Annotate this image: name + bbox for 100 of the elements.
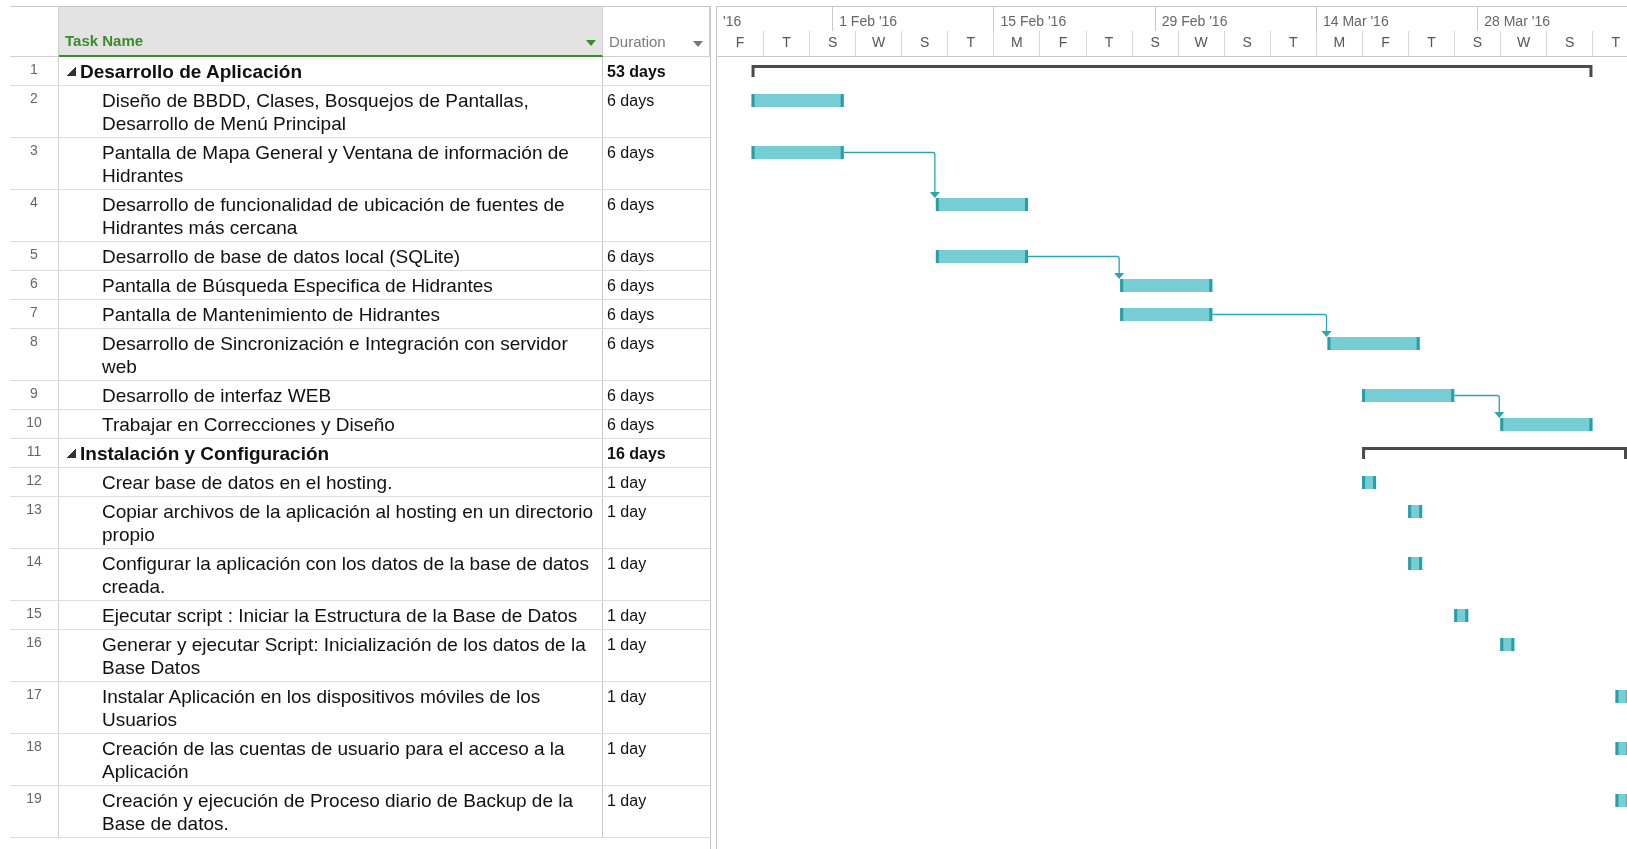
task-bar[interactable] (1327, 337, 1420, 350)
duration-cell-text: 1 day (606, 606, 648, 626)
task-bar[interactable] (1362, 389, 1455, 402)
task-name: Configurar la aplicación con los datos de la base de datos creada. (102, 552, 590, 598)
task-name: Pantalla de Mantenimiento de Hidrantes (102, 303, 440, 326)
day-label: T (1269, 31, 1316, 56)
day-label: S (1454, 31, 1501, 56)
task-name: Desarrollo de funcionalidad de ubicación de fuentes de Hidrantes más cercana (102, 193, 566, 239)
task-name: Ejecutar script : Iniciar la Estructura de la Base de Datos (102, 604, 578, 627)
column-header[interactable]: Duration (603, 7, 710, 56)
duration-cell-text: 6 days (606, 91, 656, 111)
duration-cell-text: 1 day (606, 473, 648, 493)
day-label: T (763, 31, 810, 56)
task-bar[interactable] (751, 94, 844, 107)
task-name: Pantalla de Búsqueda Especifica de Hidrantes (102, 274, 493, 297)
row-number: 14 (10, 549, 59, 600)
day-label: T (1085, 31, 1132, 56)
day-label: T (1407, 31, 1454, 56)
duration-cell-text: 1 day (606, 687, 648, 707)
task-bar[interactable] (1615, 742, 1627, 755)
duration-cell-text: 1 day (606, 635, 648, 655)
day-label: F (1361, 31, 1408, 56)
row-number: 18 (10, 734, 59, 785)
duration-cell-text: 1 day (606, 791, 648, 811)
duration-cell-text: 6 days (606, 415, 656, 435)
duration-cell-text: 53 days (606, 62, 667, 82)
task-bar[interactable] (1615, 794, 1627, 807)
task-name: Desarrollo de interfaz WEB (102, 384, 332, 407)
duration-cell-text: 6 days (606, 386, 656, 406)
duration-cell-text: 16 days (606, 444, 667, 464)
day-label: F (1039, 31, 1086, 56)
row-number: 1 (10, 57, 59, 85)
duration-cell-text: 6 days (606, 247, 656, 267)
task-bar[interactable] (1408, 505, 1423, 518)
task-name: Diseño de BBDD, Clases, Bosquejos de Pantallas, Desarrollo de Menú Principal (102, 89, 530, 135)
day-label: W (855, 31, 902, 56)
day-label: F (734, 33, 746, 52)
summary-bar[interactable] (1362, 447, 1627, 459)
column-header[interactable]: Task Name (59, 7, 603, 57)
task-name: Desarrollo de Sincronización e Integración con servidor web (102, 332, 569, 378)
row-number: 6 (10, 271, 59, 299)
day-label: W (1500, 31, 1547, 56)
day-label: S (809, 31, 856, 56)
timescale-label: 29 Feb '16 (1154, 7, 1316, 31)
row-number: 11 (10, 439, 59, 467)
task-name: Generar y ejecutar Script: Inicialización de los datos de la Base Datos (102, 633, 587, 679)
row-number: 15 (10, 601, 59, 629)
duration-cell-text: 6 days (606, 276, 656, 296)
pane-divider[interactable] (710, 6, 717, 849)
duration-cell-text: 6 days (606, 143, 656, 163)
row-number: 19 (10, 786, 59, 837)
task-bar[interactable] (935, 198, 1028, 211)
task-bar[interactable] (1408, 557, 1423, 570)
timescale-label: 14 Mar '16 (1316, 7, 1478, 31)
task-name: Pantalla de Mapa General y Ventana de información de Hidrantes (102, 141, 570, 187)
collapse-icon[interactable] (67, 449, 76, 458)
task-bar[interactable] (1120, 279, 1213, 292)
day-label: M (993, 31, 1040, 56)
day-label: W (1177, 31, 1224, 56)
task-bar[interactable] (1362, 476, 1377, 489)
timescale-label: 1 Feb '16 (832, 7, 994, 31)
task-name: Creación y ejecución de Proceso diario de Backup de la Base de datos. (102, 789, 575, 835)
row-number: 8 (10, 329, 59, 380)
duration-cell-text: 6 days (606, 305, 656, 325)
row-number: 9 (10, 381, 59, 409)
task-name: Creación de las cuentas de usuario para el acceso a la Aplicación (102, 737, 566, 783)
day-label: S (1223, 31, 1270, 56)
row-number: 4 (10, 190, 59, 241)
row-number: 13 (10, 497, 59, 548)
dropdown-icon[interactable] (693, 41, 703, 47)
row-number: 16 (10, 630, 59, 681)
task-name: Trabajar en Correcciones y Diseño (102, 413, 395, 436)
collapse-icon[interactable] (67, 67, 76, 76)
task-name: Copiar archivos de la aplicación al hosting en un directorio propio (102, 500, 595, 546)
task-name: Instalación y Configuración (80, 442, 330, 465)
row-number: 5 (10, 242, 59, 270)
task-bar[interactable] (1615, 690, 1627, 703)
summary-bar[interactable] (751, 65, 1593, 77)
task-bar[interactable] (1120, 308, 1213, 321)
duration-cell-text: 6 days (606, 334, 656, 354)
task-name: Desarrollo de base de datos local (SQLite) (102, 245, 461, 268)
task-name: Instalar Aplicación en los dispositivos móviles de los Usuarios (102, 685, 542, 731)
day-label: T (947, 31, 994, 56)
task-bar[interactable] (935, 250, 1028, 263)
row-number: 10 (10, 410, 59, 438)
task-bar[interactable] (1500, 638, 1515, 651)
duration-cell-text: 1 day (606, 502, 648, 522)
duration-cell-text: 1 day (606, 554, 648, 574)
task-name: Crear base de datos en el hosting. (102, 471, 393, 494)
dropdown-icon[interactable] (586, 40, 596, 46)
day-label: T (1592, 31, 1627, 56)
timescale-label: 28 Mar '16 (1477, 7, 1627, 31)
timescale-label: 15 Feb '16 (993, 7, 1155, 31)
duration-cell-text: 1 day (606, 739, 648, 759)
task-bar[interactable] (1454, 609, 1469, 622)
row-number: 2 (10, 86, 59, 137)
task-bar[interactable] (751, 146, 844, 159)
row-number: 7 (10, 300, 59, 328)
task-bar[interactable] (1500, 418, 1593, 431)
row-number: 12 (10, 468, 59, 496)
